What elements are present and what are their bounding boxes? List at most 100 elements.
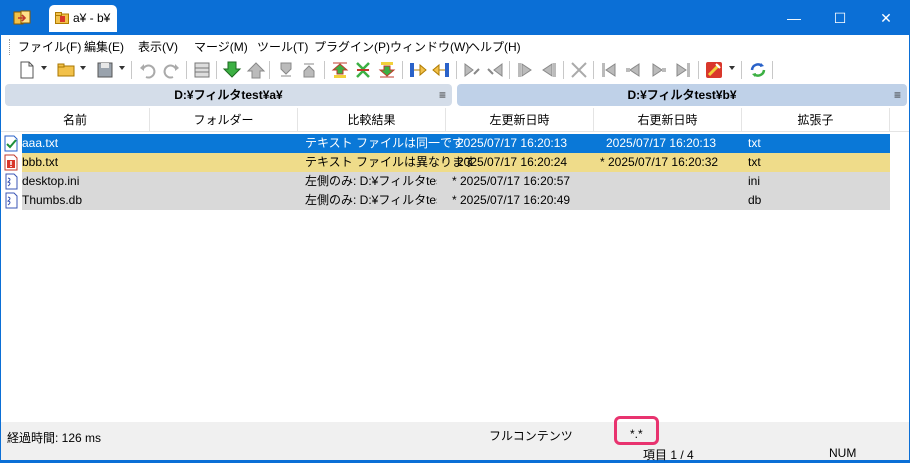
toolbar-separator: [324, 61, 325, 79]
menu-merge[interactable]: マージ(M): [194, 38, 248, 55]
menu-file[interactable]: ファイル(F): [18, 38, 81, 55]
table-row[interactable]: aaa.txt テキスト ファイルは同一です 2025/07/17 16:20:…: [4, 134, 890, 153]
row-right-date: * 2025/07/17 16:20:32: [600, 155, 719, 169]
close-button[interactable]: ✕: [863, 1, 909, 35]
row-extension: txt: [748, 155, 761, 169]
open-dropdown-icon[interactable]: [80, 66, 86, 70]
right-next-icon[interactable]: [649, 60, 669, 80]
right-path-text: D:¥フィルタtest¥b¥: [627, 88, 737, 102]
row-extension: txt: [748, 136, 761, 150]
row-extension: db: [748, 193, 762, 207]
column-header-result[interactable]: 比較結果: [298, 108, 446, 132]
left-path-header[interactable]: D:¥フィルタtest¥a¥ ≡: [5, 84, 452, 106]
left-path-menu-icon[interactable]: ≡: [439, 84, 446, 106]
row-result: 左側のみ: D:¥フィルタtest¥a: [305, 174, 437, 188]
filter-highlight-box: [614, 416, 659, 445]
current-file-icon[interactable]: [353, 60, 373, 80]
status-bar: 経過時間: 126 ms フルコンテンツ *.* 項目 1 / 4 NUM: [1, 422, 909, 462]
copy-right-icon[interactable]: [408, 60, 428, 80]
row-name: desktop.ini: [22, 174, 80, 188]
document-tab[interactable]: a¥ - b¥: [49, 5, 117, 32]
table-row[interactable]: bbb.txt テキスト ファイルは異なります 2025/07/17 16:20…: [4, 153, 890, 172]
copy-all-right-icon[interactable]: [515, 60, 535, 80]
row-left-date: * 2025/07/17 16:20:49: [452, 193, 571, 207]
merge-icon[interactable]: [569, 60, 589, 80]
toolbar-separator: [402, 61, 403, 79]
refresh-icon[interactable]: [748, 60, 768, 80]
row-name: Thumbs.db: [22, 193, 83, 207]
left-path-text: D:¥フィルタtest¥a¥: [174, 88, 283, 102]
copy-right-advance-icon[interactable]: [462, 60, 482, 80]
menu-view[interactable]: 表示(V): [138, 38, 178, 55]
row-result: テキスト ファイルは同一です: [305, 136, 464, 150]
first-file-icon[interactable]: [330, 60, 350, 80]
options-icon[interactable]: [704, 60, 724, 80]
maximize-button[interactable]: ☐: [817, 1, 863, 35]
toolbar-separator: [563, 61, 564, 79]
toolbar-separator: [269, 61, 270, 79]
row-result: テキスト ファイルは異なります: [305, 155, 476, 169]
table-row[interactable]: Thumbs.db 左側のみ: D:¥フィルタtest¥a * 2025/07/…: [5, 191, 890, 210]
row-extension: ini: [748, 174, 761, 188]
undo-icon[interactable]: [138, 60, 158, 80]
new-dropdown-icon[interactable]: [41, 66, 47, 70]
column-header-extension[interactable]: 拡張子: [742, 108, 890, 132]
toolbar-separator: [216, 61, 217, 79]
menu-plugins[interactable]: プラグイン(P): [314, 38, 390, 55]
save-dropdown-icon[interactable]: [119, 66, 125, 70]
next-diff-icon[interactable]: [222, 60, 242, 80]
row-result: 左側のみ: D:¥フィルタtest¥a: [305, 193, 437, 207]
menu-bar: ファイル(F) 編集(E) 表示(V) マージ(M) ツール(T) プラグイン(…: [1, 35, 909, 57]
row-name: aaa.txt: [22, 136, 59, 150]
elapsed-time: 経過時間: 126 ms: [7, 431, 102, 445]
menu-edit[interactable]: 編集(E): [84, 38, 124, 55]
toolbar-separator: [131, 61, 132, 79]
right-path-header[interactable]: D:¥フィルタtest¥b¥ ≡: [457, 84, 907, 106]
minimize-button[interactable]: —: [771, 1, 817, 35]
left-only-file-icon: [5, 173, 18, 190]
row-name: bbb.txt: [22, 155, 59, 169]
toolbar-separator: [456, 61, 457, 79]
toolbar-separator: [509, 61, 510, 79]
left-only-file-icon: [5, 192, 18, 209]
copy-left-icon[interactable]: [431, 60, 451, 80]
column-header-left-date[interactable]: 左更新日時: [446, 108, 594, 132]
save-icon[interactable]: [95, 60, 115, 80]
compare-method: フルコンテンツ: [489, 429, 573, 443]
last-file-icon[interactable]: [377, 60, 397, 80]
diff-pane-icon[interactable]: [192, 60, 212, 80]
open-folder-icon[interactable]: [56, 60, 76, 80]
column-header-name[interactable]: 名前: [1, 108, 150, 132]
redo-icon[interactable]: [161, 60, 181, 80]
prev-diff-icon[interactable]: [246, 60, 266, 80]
column-header-folder[interactable]: フォルダー: [150, 108, 298, 132]
num-lock-indicator: NUM: [829, 446, 857, 460]
left-first-icon[interactable]: [599, 60, 619, 80]
row-left-date: 2025/07/17 16:20:13: [457, 136, 568, 150]
row-right-date: 2025/07/17 16:20:13: [606, 136, 717, 150]
toolbar-separator: [698, 61, 699, 79]
toolbar-separator: [186, 61, 187, 79]
identical-file-icon: [4, 135, 18, 152]
menu-tools[interactable]: ツール(T): [257, 38, 308, 55]
right-last-icon[interactable]: [673, 60, 693, 80]
column-header-right-date[interactable]: 右更新日時: [594, 108, 742, 132]
winmerge-logo-icon[interactable]: [13, 9, 31, 27]
tab-title: a¥ - b¥: [73, 11, 111, 25]
menu-window[interactable]: ウィンドウ(W): [390, 38, 469, 55]
last-diff-icon[interactable]: [299, 60, 319, 80]
item-count: 項目 1 / 4: [643, 448, 694, 462]
column-header-row: 名前 フォルダー 比較結果 左更新日時 右更新日時 拡張子: [1, 108, 909, 132]
first-diff-icon[interactable]: [276, 60, 296, 80]
options-dropdown-icon[interactable]: [729, 66, 735, 70]
menu-help[interactable]: ヘルプ(H): [468, 38, 521, 55]
new-icon[interactable]: [17, 60, 37, 80]
table-row[interactable]: desktop.ini 左側のみ: D:¥フィルタtest¥a * 2025/0…: [5, 172, 890, 191]
left-prev-icon[interactable]: [623, 60, 643, 80]
menu-grip: [9, 39, 11, 55]
toolbar-separator: [593, 61, 594, 79]
right-path-menu-icon[interactable]: ≡: [894, 84, 901, 106]
different-file-icon: [4, 154, 18, 171]
copy-all-left-icon[interactable]: [539, 60, 559, 80]
copy-left-advance-icon[interactable]: [485, 60, 505, 80]
